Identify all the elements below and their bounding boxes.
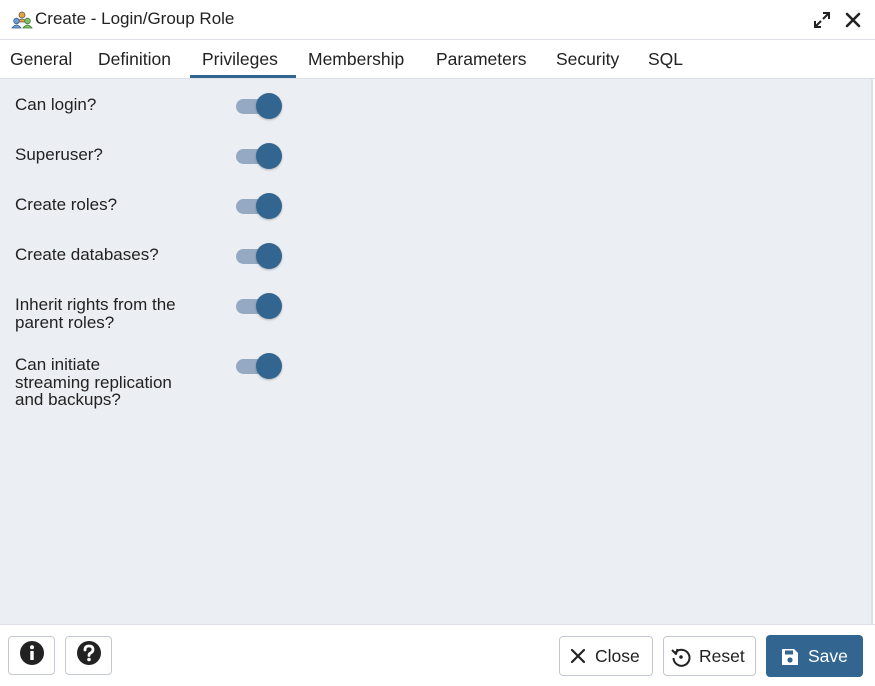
help-button[interactable] [65,636,112,675]
can-login-toggle[interactable] [236,92,282,120]
label-line: Superuser? [15,145,103,164]
label-line: Can initiate [15,355,101,374]
tab-parameters[interactable]: Parameters [426,40,536,78]
label-line: and backups? [15,390,121,409]
info-icon [19,640,45,671]
can-login-label: Can login? [15,96,215,114]
toggle-knob [256,243,282,269]
label-line: parent roles? [15,312,115,332]
superuser-toggle[interactable] [236,142,282,170]
roles-icon [11,10,33,30]
reset-button-label: Reset [699,645,745,666]
info-button[interactable] [8,636,55,675]
dialog-title: Create - Login/Group Role [35,9,235,28]
reset-icon [670,646,692,673]
toggle-knob [256,143,282,169]
tab-bar: General Definition Privileges Membership… [0,40,875,79]
replication-label: Can initiate streaming replication and b… [15,356,215,409]
create-login-group-role-dialog: Create - Login/Group Role General Defini… [0,0,875,686]
toggle-knob [256,353,282,379]
close-icon[interactable] [843,10,863,30]
save-icon [780,647,800,672]
create-databases-toggle[interactable] [236,242,282,270]
create-roles-label: Create roles? [15,196,215,214]
save-button[interactable]: Save [766,635,863,677]
tab-security[interactable]: Security [546,40,629,78]
superuser-label: Superuser? [15,146,215,164]
dialog-footer: Close Reset Save [0,624,875,686]
toggle-knob [256,93,282,119]
tab-definition[interactable]: Definition [88,40,181,78]
tab-sql[interactable]: SQL [638,40,693,78]
tab-membership[interactable]: Membership [298,40,414,78]
reset-button[interactable]: Reset [663,636,756,676]
label-line: streaming replication [15,372,172,392]
toggle-knob [256,193,282,219]
label-line: Create roles? [15,195,118,214]
close-button-label: Close [595,645,640,666]
dialog-titlebar[interactable]: Create - Login/Group Role [0,0,875,40]
create-roles-toggle[interactable] [236,192,282,220]
tab-general[interactable]: General [0,40,82,78]
save-button-label: Save [808,645,848,666]
help-icon [76,640,102,671]
create-databases-label: Create databases? [15,246,215,264]
label-line: Can login? [15,95,97,114]
tab-privileges[interactable]: Privileges [190,40,296,78]
close-icon [569,647,587,670]
inherit-rights-label: Inherit rights from the parent roles? [15,296,215,331]
close-button[interactable]: Close [559,636,653,676]
label-line: Inherit rights from the [15,295,176,314]
toggle-knob [256,293,282,319]
privileges-panel: Can login? Superuser? Create roles? Crea… [0,79,873,624]
inherit-rights-toggle[interactable] [236,292,282,320]
replication-toggle[interactable] [236,352,282,380]
expand-icon[interactable] [812,10,832,30]
label-line: Create databases? [15,245,159,264]
